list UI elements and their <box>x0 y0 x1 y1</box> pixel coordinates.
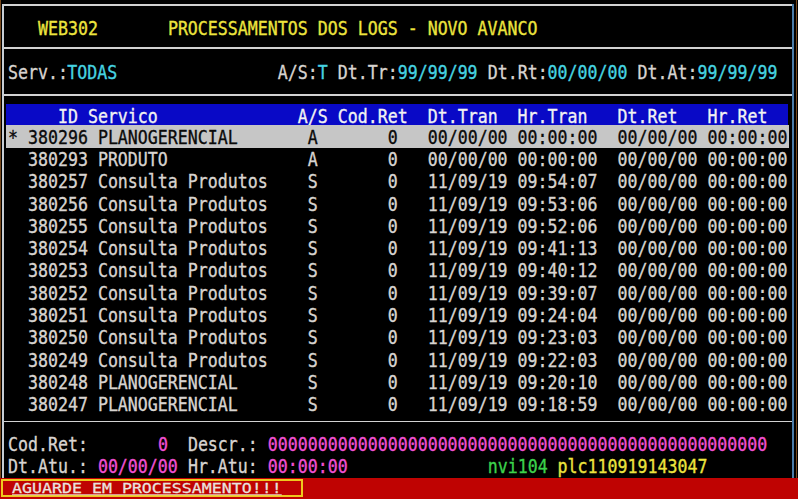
hr-atu-value: 00:00:00 <box>268 455 348 480</box>
serv-value[interactable]: TODAS <box>67 60 117 85</box>
info-green: nvi104 <box>488 455 548 480</box>
cell-cod-ret: 0 <box>318 393 398 418</box>
hr-atu-label: Hr.Atu: <box>188 455 258 480</box>
frame-line-below-title <box>2 47 792 49</box>
table-row[interactable]: 380249 Consulta Produtos S 0 11/09/19 09… <box>6 348 789 370</box>
table-row[interactable]: 380293 PRODUTO A 0 00/00/00 00:00:00 00/… <box>6 148 789 170</box>
cell-dt-tran: 11/09/19 <box>428 393 508 418</box>
table-row[interactable]: 380248 PLANOGERENCIAL S 0 11/09/19 09:20… <box>6 371 789 393</box>
cell-servico: PLANOGERENCIAL <box>98 393 238 418</box>
dt-tr-label: Dt.Tr: <box>338 60 398 85</box>
cell-as: S <box>308 326 318 351</box>
cell-as: S <box>308 192 318 217</box>
table-row[interactable]: 380255 Consulta Produtos S 0 11/09/19 09… <box>6 215 789 237</box>
cell-hr-tran: 09:18:59 <box>518 393 598 418</box>
cell-cod-ret: 0 <box>318 259 398 284</box>
table-row[interactable]: 380250 Consulta Produtos S 0 11/09/19 09… <box>6 326 789 348</box>
cell-dt-tran: 11/09/19 <box>428 170 508 195</box>
cell-dt-ret: 00/00/00 <box>618 192 698 217</box>
cell-hr-tran: 09:40:12 <box>518 259 598 284</box>
cell-hr-tran: 09:54:07 <box>518 170 598 195</box>
terminal-screen: WEB302 PROCESSAMENTOS DOS LOGS - NOVO AV… <box>0 0 798 499</box>
footer-line-2: Dt.Atu.: 00/00/00 Hr.Atu: 00:00:00 nvi10… <box>0 455 798 480</box>
cell-as: S <box>308 170 318 195</box>
dt-at-value[interactable]: 99/99/99 <box>698 60 778 85</box>
table-row[interactable]: 380254 Consulta Produtos S 0 11/09/19 09… <box>6 237 789 259</box>
table-row[interactable]: 380251 Consulta Produtos S 0 11/09/19 09… <box>6 304 789 326</box>
cell-hr-ret: 00:00:00 <box>708 192 788 217</box>
frame-line-below-filter <box>2 94 792 96</box>
cell-id: 380250 <box>28 326 88 351</box>
table-row[interactable]: 380256 Consulta Produtos S 0 11/09/19 09… <box>6 192 789 214</box>
frame-line-top <box>2 4 792 6</box>
cell-dt-ret: 00/00/00 <box>618 393 698 418</box>
cell-servico: Consulta Produtos <box>98 259 268 284</box>
filter-bar: Serv.: TODAS A/S: T Dt.Tr: 99/99/99 Dt.R… <box>0 60 798 85</box>
dt-tr-value[interactable]: 99/99/99 <box>398 60 478 85</box>
cell-servico: Consulta Produtos <box>98 326 268 351</box>
cell-servico: Consulta Produtos <box>98 170 268 195</box>
cell-hr-ret: 00:00:00 <box>708 170 788 195</box>
cell-dt-ret: 00/00/00 <box>618 326 698 351</box>
cell-id: 380257 <box>28 170 88 195</box>
as-value[interactable]: T <box>318 60 328 85</box>
dt-rt-label: Dt.Rt: <box>488 60 548 85</box>
cell-id: 380253 <box>28 259 88 284</box>
status-message: AGUARDE EM PROCESSAMENTO!!! <box>12 480 282 497</box>
table-row[interactable]: * 380296 PLANOGERENCIAL A 0 00/00/00 00:… <box>6 125 789 147</box>
cell-hr-ret: 00:00:00 <box>708 259 788 284</box>
serv-label: Serv.: <box>8 60 68 85</box>
table-row[interactable]: 380257 Consulta Produtos S 0 11/09/19 09… <box>6 170 789 192</box>
cell-as: S <box>308 259 318 284</box>
cell-id: 380247 <box>28 393 88 418</box>
status-bar: AGUARDE EM PROCESSAMENTO!!! <box>0 478 798 499</box>
cell-cod-ret: 0 <box>318 170 398 195</box>
title-bar: WEB302 PROCESSAMENTOS DOS LOGS - NOVO AV… <box>0 17 798 42</box>
table-header-bar: ID Servico A/S Cod.Ret Dt.Tran Hr.Tran D… <box>6 104 788 125</box>
info-yellow: plc110919143047 <box>558 455 708 480</box>
cell-dt-tran: 11/09/19 <box>428 192 508 217</box>
cell-hr-tran: 09:53:06 <box>518 192 598 217</box>
app-code: WEB302 <box>38 17 98 42</box>
as-label: A/S: <box>278 60 318 85</box>
cell-hr-ret: 00:00:00 <box>708 393 788 418</box>
table-row[interactable]: 380253 Consulta Produtos S 0 11/09/19 09… <box>6 259 789 281</box>
cell-as: S <box>308 393 318 418</box>
dt-rt-value[interactable]: 00/00/00 <box>548 60 628 85</box>
cell-cod-ret: 0 <box>318 326 398 351</box>
cell-dt-ret: 00/00/00 <box>618 170 698 195</box>
frame-line-above-footer <box>2 421 792 423</box>
cell-id: 380256 <box>28 192 88 217</box>
table-rows: * 380296 PLANOGERENCIAL A 0 00/00/00 00:… <box>0 125 798 414</box>
cell-hr-tran: 09:23:03 <box>518 326 598 351</box>
page-title: PROCESSAMENTOS DOS LOGS - NOVO AVANCO <box>168 17 538 42</box>
status-message-line: AGUARDE EM PROCESSAMENTO!!! <box>0 480 798 497</box>
cell-cod-ret: 0 <box>318 192 398 217</box>
cell-dt-tran: 11/09/19 <box>428 326 508 351</box>
table-row[interactable]: 380252 Consulta Produtos S 0 11/09/19 09… <box>6 281 789 303</box>
dt-atu-value: 00/00/00 <box>98 455 178 480</box>
dt-atu-label: Dt.Atu.: <box>8 455 88 480</box>
cell-dt-ret: 00/00/00 <box>618 259 698 284</box>
cell-hr-ret: 00:00:00 <box>708 326 788 351</box>
dt-at-label: Dt.At: <box>638 60 698 85</box>
cell-dt-tran: 11/09/19 <box>428 259 508 284</box>
cell-servico: Consulta Produtos <box>98 192 268 217</box>
table-row[interactable]: 380247 PLANOGERENCIAL S 0 11/09/19 09:18… <box>6 393 789 415</box>
